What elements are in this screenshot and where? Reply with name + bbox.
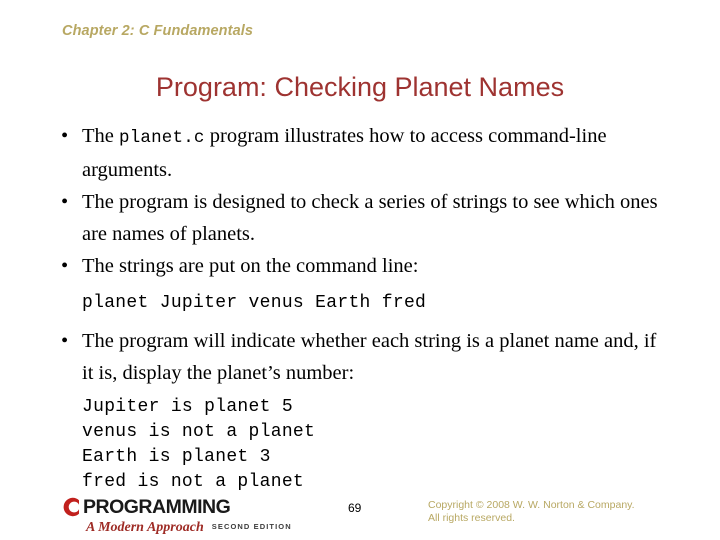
spacer	[0, 316, 720, 325]
bullet-text-2: The program is designed to check a serie…	[82, 191, 658, 245]
slide-footer: PROGRAMMING A Modern Approach SECOND EDIT…	[0, 492, 720, 540]
program-output-code: Jupiter is planet 5 venus is not a plane…	[82, 397, 316, 492]
logo-wordmark: PROGRAMMING	[83, 496, 231, 518]
bullet-marker-icon: •	[61, 255, 69, 277]
bullet-item-3: • The strings are put on the command lin…	[0, 250, 720, 282]
bullet-text-3: The strings are put on the command line:	[82, 255, 419, 277]
bullet-text-1-prefix: The	[82, 125, 119, 147]
slide: Chapter 2: C Fundamentals Program: Check…	[0, 0, 720, 540]
logo-secondary-row: A Modern Approach SECOND EDITION	[86, 518, 292, 536]
logo-primary-row: PROGRAMMING	[58, 496, 288, 518]
bullet-item-1: • The planet.c program illustrates how t…	[0, 120, 720, 186]
logo-subtitle: A Modern Approach	[86, 520, 204, 535]
inline-code-planet-c: planet.c	[119, 128, 205, 148]
bullet-item-4: • The program will indicate whether each…	[0, 325, 720, 389]
bullet-text-4: The program will indicate whether each s…	[82, 330, 657, 384]
copyright-line-1: Copyright © 2008 W. W. Norton & Company.	[428, 499, 635, 511]
logo-edition: SECOND EDITION	[211, 522, 292, 531]
bullet-list: • The planet.c program illustrates how t…	[0, 120, 720, 495]
chapter-header: Chapter 2: C Fundamentals	[62, 23, 254, 39]
bullet-marker-icon: •	[61, 191, 69, 213]
command-line-block: planet Jupiter venus Earth fred	[0, 291, 720, 316]
page-title: Program: Checking Planet Names	[155, 72, 565, 102]
bullet-marker-icon: •	[61, 125, 69, 147]
logo-c-mark-icon	[63, 497, 79, 517]
bullet-item-2: • The program is designed to check a ser…	[0, 186, 720, 250]
copyright-notice: Copyright © 2008 W. W. Norton & Company.…	[428, 499, 635, 525]
bullet-marker-icon: •	[61, 330, 69, 352]
page-number: 69	[348, 501, 362, 515]
command-line-code: planet Jupiter venus Earth fred	[82, 293, 427, 313]
program-output-block: Jupiter is planet 5 venus is not a plane…	[0, 395, 720, 495]
spacer	[0, 282, 720, 291]
book-logo: PROGRAMMING A Modern Approach SECOND EDIT…	[58, 496, 291, 536]
slide-body: • The planet.c program illustrates how t…	[0, 120, 720, 495]
copyright-line-2: All rights reserved.	[428, 512, 515, 524]
